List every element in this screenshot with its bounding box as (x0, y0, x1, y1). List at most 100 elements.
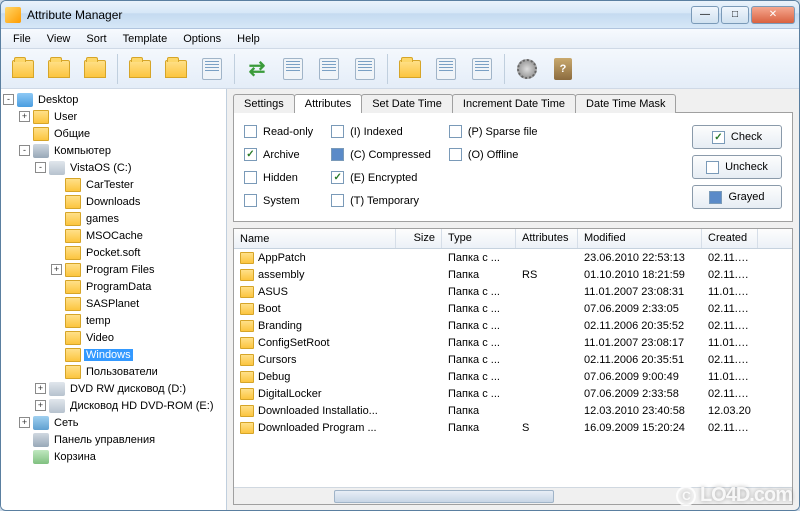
tree-node[interactable]: Панель управления (3, 431, 224, 448)
save-button[interactable] (430, 53, 462, 85)
tree-node[interactable]: Video (3, 329, 224, 346)
cell-type: Папка с ... (442, 388, 516, 400)
close-button[interactable]: ✕ (751, 6, 795, 24)
notes-button[interactable] (196, 53, 228, 85)
attr--t-temporary[interactable]: (T) Temporary (331, 194, 431, 207)
attr-archive[interactable]: Archive (244, 148, 313, 161)
menu-template[interactable]: Template (115, 31, 176, 47)
col-created[interactable]: Created (702, 229, 758, 248)
tab-increment-date-time[interactable]: Increment Date Time (452, 94, 576, 113)
tree-node[interactable]: Пользователи (3, 363, 224, 380)
tree-node[interactable]: -Компьютер (3, 142, 224, 159)
new-folder-button[interactable] (7, 53, 39, 85)
tree-node[interactable]: -Desktop (3, 91, 224, 108)
tree-label: MSOCache (84, 230, 145, 242)
menu-file[interactable]: File (5, 31, 39, 47)
menu-sort[interactable]: Sort (78, 31, 114, 47)
tree-node[interactable]: ProgramData (3, 278, 224, 295)
copy-button[interactable] (277, 53, 309, 85)
tree-toggle[interactable]: + (51, 264, 62, 275)
list-row[interactable]: AppPatchПапка с ...23.06.2010 22:53:1302… (234, 249, 792, 266)
tree-toggle (51, 213, 62, 224)
list-row[interactable]: Downloaded Installatio...Папка12.03.2010… (234, 402, 792, 419)
col-name[interactable]: Name (234, 229, 396, 248)
tree-node[interactable]: SASPlanet (3, 295, 224, 312)
tree-node[interactable]: temp (3, 312, 224, 329)
tree-node[interactable]: Downloads (3, 193, 224, 210)
check-button[interactable]: Check (692, 125, 782, 149)
minimize-button[interactable]: — (691, 6, 719, 24)
list-row[interactable]: ASUSПапка с ...11.01.2007 23:08:3111.01.… (234, 283, 792, 300)
grayed-button[interactable]: Grayed (692, 185, 782, 209)
folder-tree[interactable]: -Desktop+UserОбщие-Компьютер-VistaOS (C:… (1, 89, 227, 511)
tree-node[interactable]: +Дисковод HD DVD-ROM (E:) (3, 397, 224, 414)
templates-button[interactable] (349, 53, 381, 85)
tree-node[interactable]: +Program Files (3, 261, 224, 278)
tree-toggle[interactable]: + (35, 400, 46, 411)
tree-node[interactable]: -VistaOS (C:) (3, 159, 224, 176)
tree-toggle[interactable]: - (19, 145, 30, 156)
col-type[interactable]: Type (442, 229, 516, 248)
attr--p-sparse-file[interactable]: (P) Sparse file (449, 125, 538, 138)
attr-hidden[interactable]: Hidden (244, 171, 313, 184)
maximize-button[interactable]: □ (721, 6, 749, 24)
list-row[interactable]: Downloaded Program ...ПапкаS16.09.2009 1… (234, 419, 792, 436)
folder-home-button[interactable] (79, 53, 111, 85)
tree-node[interactable]: games (3, 210, 224, 227)
tree-node[interactable]: Общие (3, 125, 224, 142)
tree-node[interactable]: +Сеть (3, 414, 224, 431)
browse-button[interactable] (394, 53, 426, 85)
tree-node[interactable]: +User (3, 108, 224, 125)
up-folder-button[interactable] (160, 53, 192, 85)
uncheck-button[interactable]: Uncheck (692, 155, 782, 179)
list-row[interactable]: CursorsПапка с ...02.11.2006 20:35:5102.… (234, 351, 792, 368)
attr--e-encrypted[interactable]: (E) Encrypted (331, 171, 431, 184)
menu-view[interactable]: View (39, 31, 79, 47)
folder-icon (65, 229, 81, 243)
attr-read-only[interactable]: Read-only (244, 125, 313, 138)
tab-settings[interactable]: Settings (233, 94, 295, 113)
tab-attributes[interactable]: Attributes (294, 94, 362, 113)
cell-type: Папка (442, 269, 516, 281)
sync-button[interactable]: ⇄ (241, 53, 273, 85)
menu-help[interactable]: Help (229, 31, 268, 47)
list-body[interactable]: AppPatchПапка с ...23.06.2010 22:53:1302… (234, 249, 792, 487)
open-folder-button[interactable] (43, 53, 75, 85)
list-row[interactable]: BrandingПапка с ...02.11.2006 20:35:5202… (234, 317, 792, 334)
tree-toggle[interactable]: + (35, 383, 46, 394)
folder-icon (65, 263, 81, 277)
tree-toggle[interactable]: - (3, 94, 14, 105)
help-button[interactable]: ? (547, 53, 579, 85)
tree-node[interactable]: CarTester (3, 176, 224, 193)
col-modified[interactable]: Modified (578, 229, 702, 248)
options-button[interactable] (511, 53, 543, 85)
save-as-button[interactable] (466, 53, 498, 85)
computer-icon (33, 433, 49, 447)
col-size[interactable]: Size (396, 229, 442, 248)
list-row[interactable]: DigitalLockerПапка с ...07.06.2009 2:33:… (234, 385, 792, 402)
list-row[interactable]: BootПапка с ...07.06.2009 2:33:0502.11.2… (234, 300, 792, 317)
tree-node[interactable]: +DVD RW дисковод (D:) (3, 380, 224, 397)
list-row[interactable]: DebugПапка с ...07.06.2009 9:00:4911.01.… (234, 368, 792, 385)
refresh-button[interactable] (124, 53, 156, 85)
attr--o-offline[interactable]: (O) Offline (449, 148, 538, 161)
tree-toggle (51, 230, 62, 241)
scrollbar-thumb[interactable] (334, 490, 554, 503)
tree-toggle[interactable]: + (19, 111, 30, 122)
tree-node[interactable]: Корзина (3, 448, 224, 465)
attr--c-compressed[interactable]: (C) Compressed (331, 148, 431, 161)
tab-set-date-time[interactable]: Set Date Time (361, 94, 453, 113)
tree-node[interactable]: MSOCache (3, 227, 224, 244)
paste-button[interactable] (313, 53, 345, 85)
col-attributes[interactable]: Attributes (516, 229, 578, 248)
tree-node[interactable]: Pocket.soft (3, 244, 224, 261)
tab-date-time-mask[interactable]: Date Time Mask (575, 94, 676, 113)
attr--i-indexed[interactable]: (I) Indexed (331, 125, 431, 138)
tree-toggle[interactable]: + (19, 417, 30, 428)
menu-options[interactable]: Options (175, 31, 229, 47)
list-row[interactable]: ConfigSetRootПапка с ...11.01.2007 23:08… (234, 334, 792, 351)
list-row[interactable]: assemblyПапкаRS01.10.2010 18:21:5902.11.… (234, 266, 792, 283)
attr-system[interactable]: System (244, 194, 313, 207)
tree-toggle[interactable]: - (35, 162, 46, 173)
tree-node[interactable]: Windows (3, 346, 224, 363)
